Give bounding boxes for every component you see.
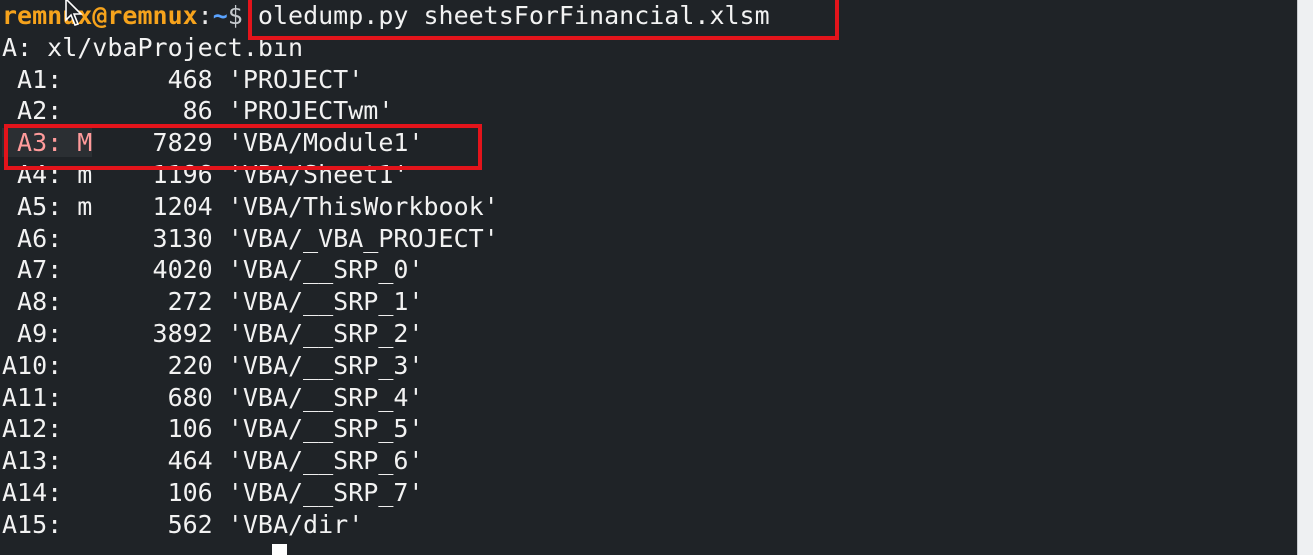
stream-macro-flag: M [62,128,93,158]
stream-size: 106 [92,477,213,507]
stream-size: 4020 [92,255,213,285]
stream-row: A12: 106 'VBA/__SRP_5' [0,413,1297,445]
command-line: remnux@remnux:~$ oledump.py sheetsForFin… [0,0,1297,32]
stream-name: 'PROJECTwm' [212,96,394,126]
stream-macro-flag [62,319,92,348]
command-text: oledump.py sheetsForFinancial.xlsm [242,1,770,30]
stream-size: 562 [92,509,213,539]
stream-index: A14: [2,477,63,507]
stream-name: 'VBA/Module1' [212,128,424,158]
text-cursor [272,543,287,555]
stream-name: 'VBA/__SRP_1' [212,287,424,317]
stream-index: A2: [2,96,63,126]
stream-name: 'VBA/__SRP_3' [212,350,424,380]
stream-name: 'VBA/__SRP_2' [212,318,424,348]
stream-index: A6: [2,223,63,253]
stream-index: A11: [2,382,63,412]
stream-row: A5: m 1204 'VBA/ThisWorkbook' [0,191,1297,223]
stream-index: A4: [2,159,63,189]
stream-name: 'VBA/ThisWorkbook' [212,191,499,221]
stream-macro-flag [62,478,92,507]
stream-size: 680 [92,382,213,412]
stream-name: 'VBA/__SRP_7' [212,477,424,507]
stream-size: 220 [92,350,213,380]
stream-size: 86 [92,96,213,126]
stream-macro-flag [62,224,92,253]
stream-index: A10: [2,350,63,380]
stream-row: A3: M 7829 'VBA/Module1' [0,127,1297,159]
stream-macro-flag: m [62,159,93,189]
stream-name: 'VBA/__SRP_6' [212,446,424,476]
stream-macro-flag [62,510,92,539]
stream-size: 3130 [92,223,213,253]
stream-row: A15: 562 'VBA/dir' [0,509,1297,541]
stream-name: 'VBA/_VBA_PROJECT' [212,223,499,253]
stream-macro-flag [62,351,92,380]
stream-size: 272 [92,287,213,317]
stream-macro-flag: m [62,191,93,221]
stream-index: A7: [2,255,63,285]
stream-macro-flag [62,287,92,316]
scrollbar[interactable] [1297,0,1313,555]
stream-size: 464 [92,446,213,476]
stream-name: 'PROJECT' [212,64,364,94]
stream-row: A2: 86 'PROJECTwm' [0,95,1297,127]
stream-size: 3892 [92,318,213,348]
stream-index: A15: [2,509,63,539]
prompt-user: remnux@remnux [2,1,198,30]
stream-macro-flag [62,255,92,284]
stream-size: 1196 [92,159,213,189]
stream-row: A1: 468 'PROJECT' [0,64,1297,96]
stream-list: A1: 468 'PROJECT' A2: 86 'PROJECTwm' A3:… [0,64,1297,541]
stream-index: A8: [2,287,63,317]
stream-name: 'VBA/__SRP_0' [212,255,424,285]
stream-row: A11: 680 'VBA/__SRP_4' [0,382,1297,414]
stream-name: 'VBA/Sheet1' [212,159,409,189]
mouse-pointer-icon [65,0,83,26]
stream-macro-flag [62,414,92,443]
stream-row: A4: m 1196 'VBA/Sheet1' [0,159,1297,191]
prompt-symbol: $ [227,1,243,30]
stream-index: A13: [2,446,63,476]
stream-index: A5: [2,191,63,221]
stream-macro-flag [62,446,92,475]
stream-index: A9: [2,318,63,348]
stream-macro-flag [62,383,92,412]
stream-macro-flag [62,96,92,125]
terminal-window[interactable]: remnux@remnux:~$ oledump.py sheetsForFin… [0,0,1297,555]
stream-size: 7829 [92,128,213,158]
stream-index: A3: [2,128,63,158]
prompt-separator: : [197,1,213,30]
stream-row: A8: 272 'VBA/__SRP_1' [0,286,1297,318]
stream-row: A13: 464 'VBA/__SRP_6' [0,445,1297,477]
stream-index: A12: [2,414,63,444]
stream-row: A14: 106 'VBA/__SRP_7' [0,477,1297,509]
stream-row: A7: 4020 'VBA/__SRP_0' [0,254,1297,286]
stream-size: 106 [92,414,213,444]
stream-name: 'VBA/__SRP_5' [212,414,424,444]
stream-size: 468 [92,64,213,94]
next-prompt-line [0,541,1297,555]
container-line: A: xl/vbaProject.bin [2,32,304,62]
prompt-path: ~ [212,1,228,30]
stream-row: A6: 3130 'VBA/_VBA_PROJECT' [0,223,1297,255]
stream-macro-flag [62,65,92,94]
stream-name: 'VBA/__SRP_4' [212,382,424,412]
stream-index: A1: [2,64,63,94]
stream-row: A10: 220 'VBA/__SRP_3' [0,350,1297,382]
stream-row: A9: 3892 'VBA/__SRP_2' [0,318,1297,350]
stream-size: 1204 [92,191,213,221]
stream-name: 'VBA/dir' [212,509,364,539]
